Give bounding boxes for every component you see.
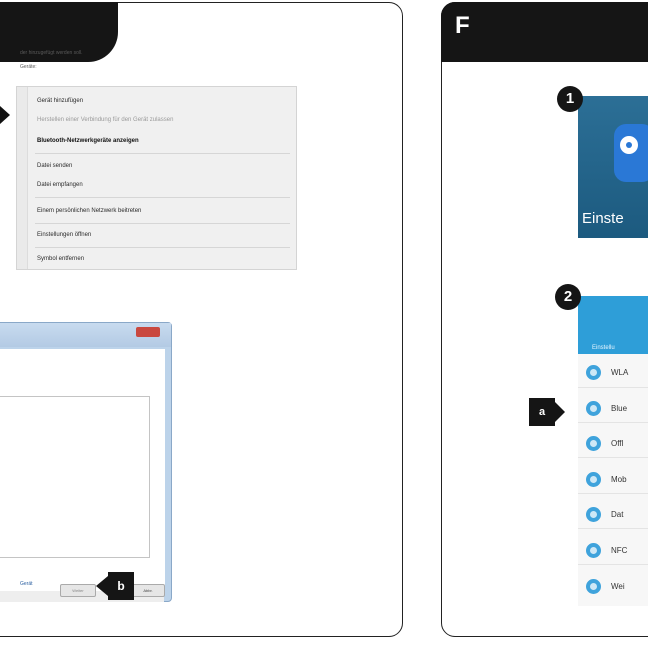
dialog-instruction: der hinzugefügt werden soll.: [20, 50, 83, 56]
step-number-2: 2: [555, 284, 581, 310]
list-divider: [578, 422, 648, 423]
setting-item-wifi[interactable]: WLA: [611, 368, 628, 377]
menu-item-show-network-devices[interactable]: Bluetooth-Netzwerkgeräte anzeigen: [37, 138, 139, 144]
close-icon[interactable]: [136, 327, 160, 337]
wifi-icon: [586, 365, 601, 380]
menu-separator: [35, 223, 290, 224]
bluetooth-context-menu: Gerät hinzufügen Herstellen einer Verbin…: [16, 86, 297, 270]
list-divider: [578, 528, 648, 529]
settings-app-label: Einste: [582, 210, 624, 227]
data-usage-icon: [586, 507, 601, 522]
list-divider: [578, 457, 648, 458]
setting-item-mobile[interactable]: Mob: [611, 475, 627, 484]
menu-separator: [35, 247, 290, 248]
dialog-devices-label: Geräte:: [20, 64, 37, 70]
setting-item-data[interactable]: Dat: [611, 510, 623, 519]
menu-separator: [35, 197, 290, 198]
gear-icon-center: [626, 142, 632, 148]
menu-item-join-network[interactable]: Einem persönlichen Netzwerk beitreten: [37, 208, 141, 214]
phone-settings-title: Einstellu: [592, 345, 615, 351]
pointer-arrow-icon: [0, 106, 10, 124]
nfc-icon: [586, 543, 601, 558]
menu-item-add-device[interactable]: Gerät hinzufügen: [37, 98, 83, 104]
setting-item-bluetooth[interactable]: Blue: [611, 404, 627, 413]
setting-item-more[interactable]: Wei: [611, 582, 625, 591]
menu-item-receive-file[interactable]: Datei empfangen: [37, 182, 83, 188]
menu-gutter: [17, 87, 28, 269]
callout-b: b: [108, 572, 134, 600]
list-divider: [578, 564, 648, 565]
menu-item-remove-icon[interactable]: Symbol entfernen: [37, 256, 84, 262]
dialog-help-link[interactable]: Gerät: [20, 581, 33, 587]
more-icon: [586, 579, 601, 594]
list-divider: [578, 493, 648, 494]
airplane-icon: [586, 436, 601, 451]
next-button[interactable]: Weiter: [60, 584, 96, 597]
menu-item-open-settings[interactable]: Einstellungen öffnen: [37, 232, 91, 238]
callout-a: a: [529, 398, 555, 426]
setting-item-nfc[interactable]: NFC: [611, 546, 627, 555]
cancel-button[interactable]: Abbr.: [131, 584, 165, 597]
callout-arrow-icon: [96, 576, 108, 596]
setting-item-offline[interactable]: Offl: [611, 439, 623, 448]
menu-separator: [35, 153, 290, 154]
list-divider: [578, 387, 648, 388]
callout-arrow-icon: [555, 402, 565, 422]
device-list-box[interactable]: [0, 396, 150, 558]
menu-item-allow-connection[interactable]: Herstellen einer Verbindung für den Gerä…: [37, 117, 173, 123]
step-number-1: 1: [557, 86, 583, 112]
menu-item-send-file[interactable]: Datei senden: [37, 163, 72, 169]
panel-tab-right: [441, 2, 648, 62]
panel-letter: F: [455, 12, 470, 39]
mobile-data-icon: [586, 472, 601, 487]
bluetooth-icon: [586, 401, 601, 416]
